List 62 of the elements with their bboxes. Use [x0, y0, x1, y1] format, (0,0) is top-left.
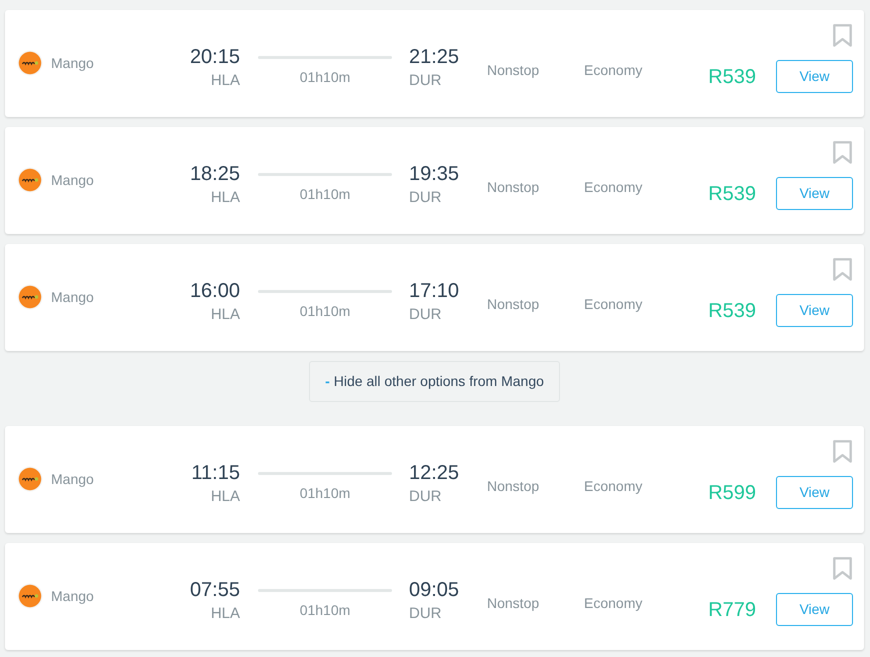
arrival-airport: DUR: [409, 188, 442, 208]
departure-time: 20:15: [188, 46, 240, 68]
arrival-time: 09:05: [409, 579, 460, 601]
bookmark-icon[interactable]: [833, 557, 852, 580]
departure-airport: HLA: [210, 604, 240, 624]
arrival-airport: DUR: [409, 71, 442, 91]
airline-logo-icon: [17, 466, 43, 492]
flight-duration: 01h10m: [300, 185, 350, 203]
arrival-airport: DUR: [409, 604, 442, 624]
view-button[interactable]: View: [776, 294, 853, 327]
departure-airport: HLA: [210, 188, 240, 208]
stops-label: Nonstop: [487, 62, 540, 78]
bookmark-icon[interactable]: [833, 440, 852, 463]
cabin-class: Economy: [584, 478, 642, 494]
arrival-time: 21:25: [409, 46, 460, 68]
price: R779: [708, 598, 756, 622]
view-button[interactable]: View: [776, 177, 853, 210]
arrival-time: 17:10: [409, 280, 460, 302]
hide-options-button[interactable]: - Hide all other options from Mango: [309, 361, 560, 402]
flight-duration: 01h10m: [300, 484, 350, 502]
cabin-class: Economy: [584, 179, 642, 195]
price: R539: [708, 182, 756, 206]
flight-duration: 01h10m: [300, 68, 350, 86]
airline-logo-icon: [17, 167, 43, 193]
stops-label: Nonstop: [487, 179, 540, 195]
cabin-class: Economy: [584, 296, 642, 312]
cabin-class: Economy: [584, 595, 642, 611]
price: R599: [708, 480, 756, 504]
cabin-class: Economy: [584, 62, 642, 78]
stops-label: Nonstop: [487, 595, 540, 611]
departure-airport: HLA: [210, 487, 240, 507]
airline-name: Mango: [51, 54, 94, 73]
arrival-airport: DUR: [409, 305, 442, 325]
airline-name: Mango: [51, 288, 94, 307]
departure-time: 07:55: [188, 579, 240, 601]
view-button[interactable]: View: [776, 60, 853, 93]
view-button[interactable]: View: [776, 476, 853, 509]
airline-name: Mango: [51, 587, 94, 606]
departure-airport: HLA: [210, 71, 240, 91]
airline-name: Mango: [51, 470, 94, 489]
arrival-time: 12:25: [409, 462, 460, 484]
departure-time: 18:25: [188, 163, 240, 185]
stops-label: Nonstop: [487, 296, 540, 312]
airline-logo-icon: [17, 50, 43, 76]
bookmark-icon[interactable]: [833, 141, 852, 164]
arrival-airport: DUR: [409, 487, 442, 507]
airline-logo-icon: [17, 284, 43, 310]
bookmark-icon[interactable]: [833, 258, 852, 281]
minus-icon: -: [325, 373, 330, 389]
price: R539: [708, 64, 756, 88]
departure-airport: HLA: [210, 305, 240, 325]
flight-duration: 01h10m: [300, 601, 350, 619]
stops-label: Nonstop: [487, 478, 540, 494]
price: R539: [708, 298, 756, 322]
airline-name: Mango: [51, 171, 94, 190]
airline-logo-icon: [17, 583, 43, 609]
view-button[interactable]: View: [776, 593, 853, 626]
bookmark-icon[interactable]: [833, 24, 852, 47]
departure-time: 11:15: [190, 462, 240, 484]
departure-time: 16:00: [188, 280, 240, 302]
arrival-time: 19:35: [409, 163, 460, 185]
flight-duration: 01h10m: [300, 302, 350, 320]
